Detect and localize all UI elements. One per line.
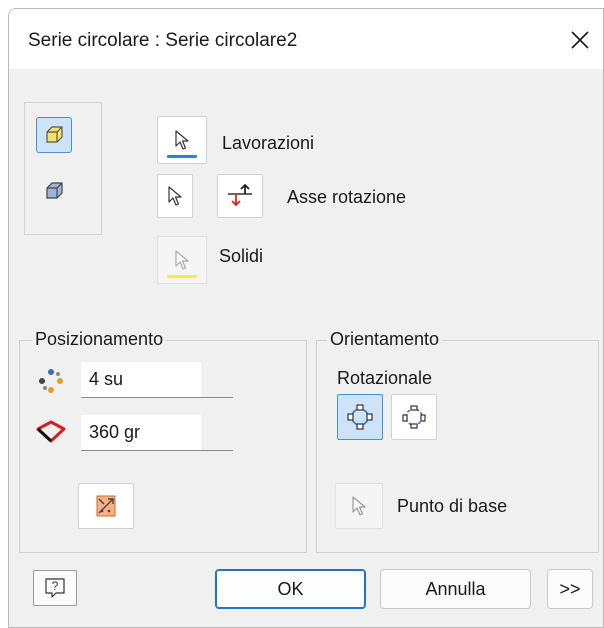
axis-label: Asse rotazione xyxy=(287,187,407,207)
fixed-pattern-icon xyxy=(402,405,426,429)
close-icon xyxy=(571,31,589,49)
occurrence-count-value: 4 su xyxy=(89,369,124,389)
placement-legend: Posizionamento xyxy=(32,329,167,350)
ok-button[interactable]: OK xyxy=(215,569,366,609)
features-label: Lavorazioni xyxy=(222,133,315,153)
flip-axis-button[interactable] xyxy=(217,174,263,218)
help-icon: ? xyxy=(45,578,65,598)
cursor-arrow-icon xyxy=(352,496,366,516)
rotational-pattern-icon xyxy=(347,404,373,430)
pattern-features-mode-button[interactable] xyxy=(36,117,72,153)
fixed-orientation-button[interactable] xyxy=(391,394,437,440)
features-selection-indicator xyxy=(167,155,197,158)
rotational-label: Rotazionale xyxy=(337,368,433,388)
cursor-arrow-icon xyxy=(175,130,189,150)
help-button[interactable]: ? xyxy=(33,570,77,606)
occurrence-angle-icon xyxy=(36,420,66,443)
base-point-label: Punto di base xyxy=(397,496,508,516)
title-bar: Serie circolare : Serie circolare2 xyxy=(9,9,603,69)
solids-select-button[interactable] xyxy=(157,236,207,284)
pattern-mode-group xyxy=(24,102,102,235)
cursor-arrow-icon xyxy=(175,250,189,270)
flip-pattern-icon xyxy=(96,495,116,517)
pattern-solids-icon xyxy=(46,182,63,199)
occurrence-angle-spinner[interactable] xyxy=(201,415,233,450)
rotational-orientation-button[interactable] xyxy=(337,394,383,440)
occurrence-count-spinner[interactable] xyxy=(201,362,233,397)
solids-selection-indicator xyxy=(167,275,197,278)
occurrence-count-input[interactable]: 4 su xyxy=(81,362,233,398)
flip-direction-button[interactable] xyxy=(78,483,134,529)
more-options-button[interactable]: >> xyxy=(547,569,593,609)
axis-select-button[interactable] xyxy=(157,174,193,218)
pattern-solids-mode-button[interactable] xyxy=(36,173,72,209)
circular-pattern-dialog: Serie circolare : Serie circolare2 Lavor… xyxy=(8,8,604,628)
cancel-button[interactable]: Annulla xyxy=(380,569,531,609)
occurrence-angle-input[interactable]: 360 gr xyxy=(81,415,233,451)
pattern-features-icon xyxy=(46,126,63,143)
svg-text:?: ? xyxy=(52,579,59,593)
close-button[interactable] xyxy=(564,24,596,56)
occurrence-count-icon xyxy=(39,369,63,393)
cursor-arrow-icon xyxy=(168,186,182,206)
flip-direction-icon xyxy=(228,183,252,207)
orientation-legend: Orientamento xyxy=(327,329,443,350)
base-point-select-button[interactable] xyxy=(335,483,383,529)
features-select-button[interactable] xyxy=(157,116,207,164)
occurrence-angle-value: 360 gr xyxy=(89,422,141,442)
solids-label: Solidi xyxy=(219,246,264,266)
dialog-title: Serie circolare : Serie circolare2 xyxy=(28,30,298,51)
